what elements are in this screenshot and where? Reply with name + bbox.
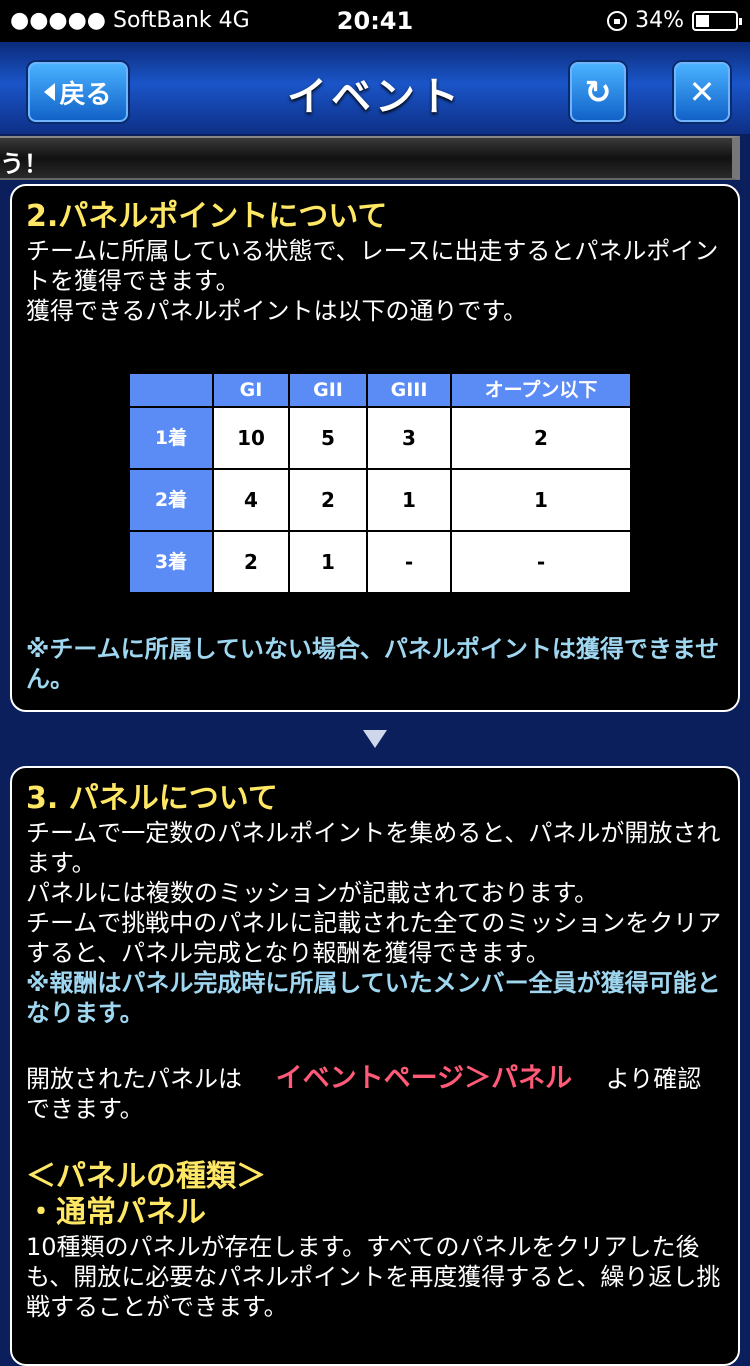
table-row: 2着 4 2 1 1 bbox=[128, 468, 632, 532]
section-text: チームで一定数のパネルポイントを集めると、パネルが開放されます。 bbox=[26, 819, 721, 877]
ticker-text: う！ bbox=[0, 150, 48, 178]
section-text: 獲得できるパネルポイントは以下の通りです。 bbox=[26, 297, 528, 325]
table-cell: 2 bbox=[450, 406, 632, 470]
section-text: パネルには複数のミッションが記載されております。 bbox=[26, 879, 599, 907]
event-page-panel-link[interactable]: イベントページ＞パネル bbox=[276, 1063, 572, 1094]
reload-icon: ↻ bbox=[584, 73, 612, 111]
open-panel-text: 開放されたパネルは イベントページ＞パネル より確認できます。 bbox=[26, 1064, 724, 1124]
down-triangle-icon bbox=[363, 730, 387, 748]
section-heading: 2.パネルポイントについて bbox=[26, 199, 388, 234]
row-label: 3着 bbox=[128, 530, 214, 594]
table-cell: 2 bbox=[212, 530, 290, 594]
row-label: 1着 bbox=[128, 406, 214, 470]
table-header-cell: GI bbox=[212, 372, 290, 408]
open-prefix: 開放されたパネルは bbox=[26, 1065, 242, 1093]
section-panels: 3. パネルについて チームで一定数のパネルポイントを集めると、パネルが開放され… bbox=[10, 766, 740, 1366]
table-header-cell: オープン以下 bbox=[450, 372, 632, 408]
close-button[interactable]: ✕ bbox=[674, 62, 730, 122]
table-cell: - bbox=[450, 530, 632, 594]
table-cell: 4 bbox=[212, 468, 290, 532]
section-note: ※チームに所属していない場合、パネルポイントは獲得できません。 bbox=[26, 635, 720, 693]
table-header-cell: GII bbox=[288, 372, 368, 408]
rotation-lock-icon bbox=[607, 10, 628, 31]
table-header-cell bbox=[128, 372, 214, 408]
reload-button[interactable]: ↻ bbox=[570, 62, 626, 122]
section-heading: 3. パネルについて bbox=[26, 781, 278, 816]
types-heading: ＜パネルの種類＞ bbox=[26, 1159, 266, 1194]
section-note: ※報酬はパネル完成時に所属していたメンバー全員が獲得可能となります。 bbox=[26, 969, 721, 1027]
table-header-cell: GIII bbox=[366, 372, 452, 408]
status-bar: ●●●●● SoftBank 4G 20:41 34% bbox=[0, 0, 750, 42]
table-cell: 1 bbox=[450, 468, 632, 532]
battery-percent: 34% bbox=[635, 8, 684, 33]
table-cell: 1 bbox=[366, 468, 452, 532]
table-cell: - bbox=[366, 530, 452, 594]
row-label: 2着 bbox=[128, 468, 214, 532]
table-cell: 5 bbox=[288, 406, 368, 470]
points-table: GI GII GIII オープン以下 1着 10 5 3 2 2着 4 2 1 … bbox=[128, 372, 632, 594]
news-ticker: う！ bbox=[0, 136, 740, 180]
normal-panel-heading: ・通常パネル bbox=[26, 1195, 206, 1230]
close-icon: ✕ bbox=[688, 73, 716, 111]
table-row: 1着 10 5 3 2 bbox=[128, 406, 632, 470]
section-panel-points: 2.パネルポイントについて チームに所属している状態で、レースに出走するとパネル… bbox=[10, 184, 740, 712]
section-text: チームで挑戦中のパネルに記載された全てのミッションをクリアすると、パネル完成とな… bbox=[26, 909, 722, 967]
battery-icon bbox=[692, 10, 742, 31]
app-header: 戻る イベント ↻ ✕ bbox=[0, 42, 750, 134]
table-cell: 10 bbox=[212, 406, 290, 470]
table-cell: 3 bbox=[366, 406, 452, 470]
page-title: イベント bbox=[287, 74, 463, 120]
normal-panel-text: 10種類のパネルが存在します。すべてのパネルをクリアした後も、開放に必要なパネル… bbox=[26, 1233, 721, 1321]
section-text: チームに所属している状態で、レースに出走するとパネルポイントを獲得できます。 bbox=[26, 237, 719, 295]
table-row: 3着 2 1 - - bbox=[128, 530, 632, 594]
status-right: 34% bbox=[607, 8, 742, 33]
table-cell: 2 bbox=[288, 468, 368, 532]
table-cell: 1 bbox=[288, 530, 368, 594]
